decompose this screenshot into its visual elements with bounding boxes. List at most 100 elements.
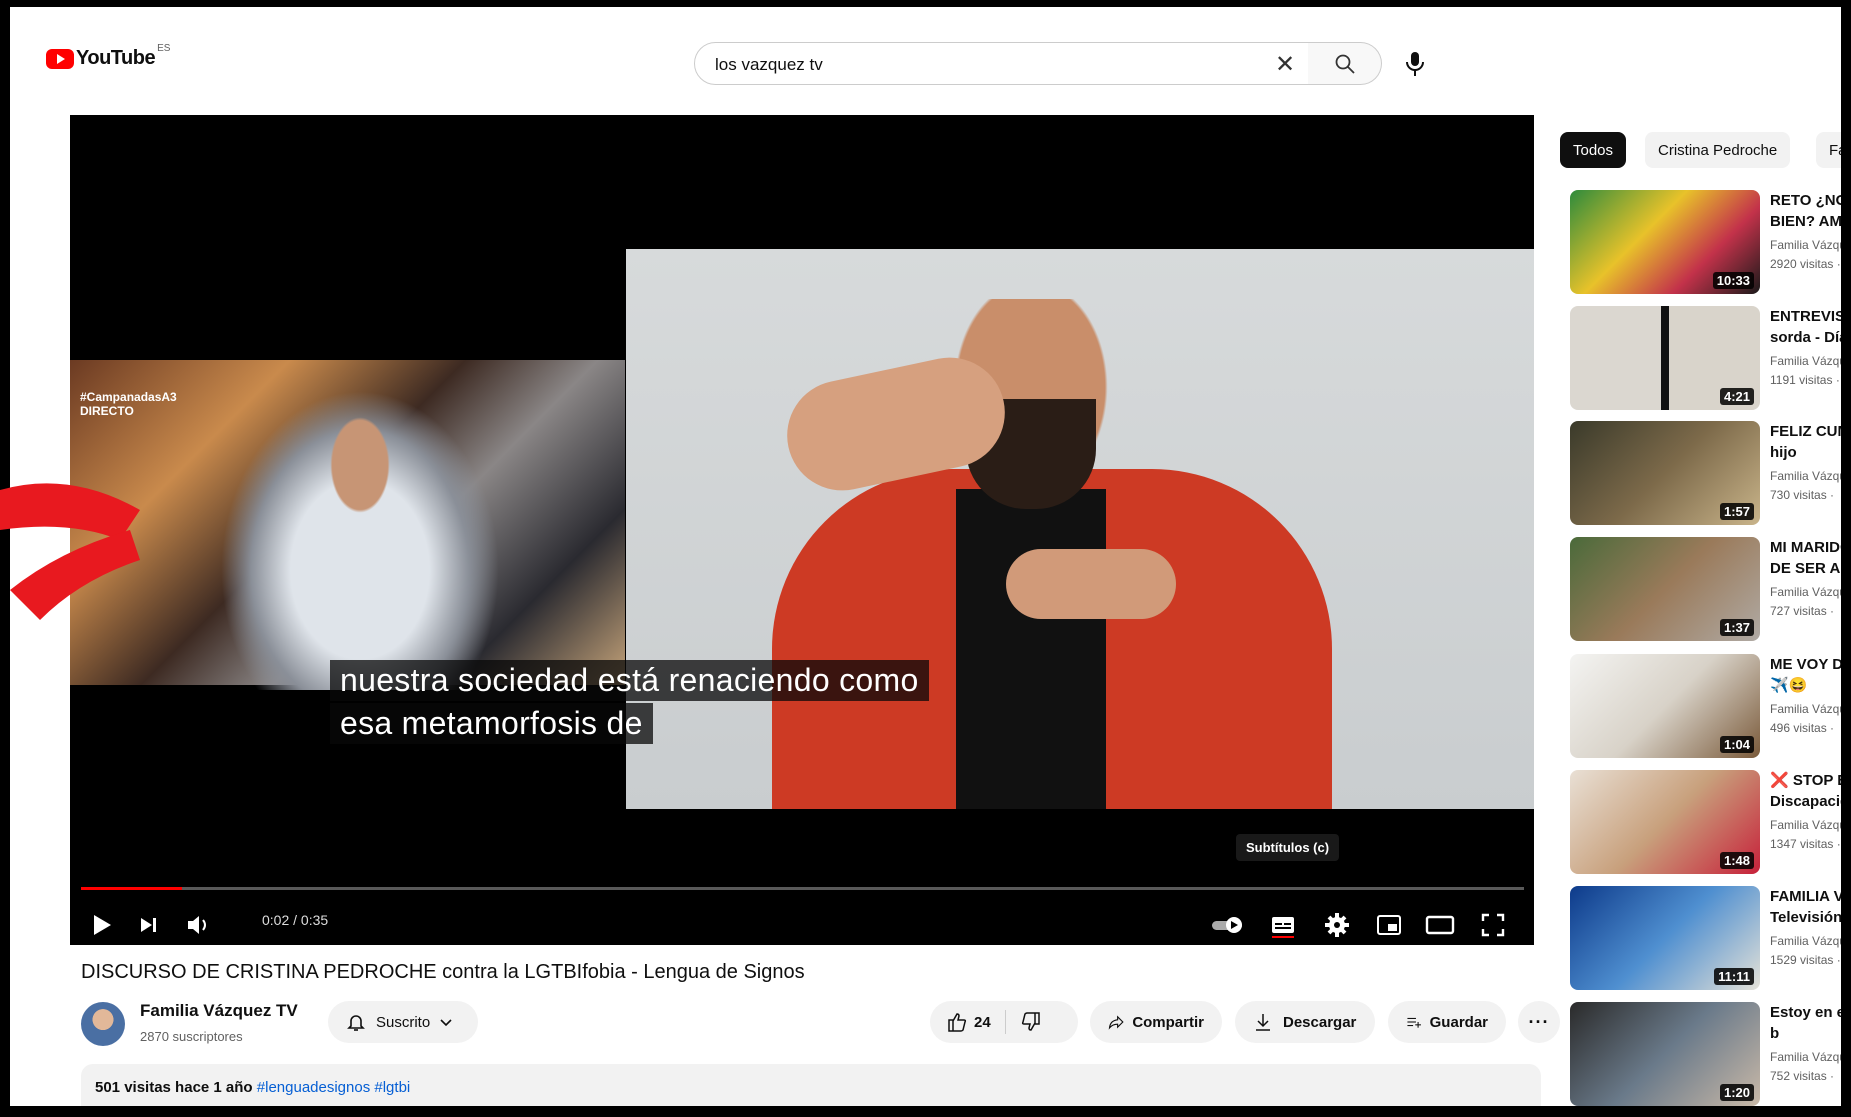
caption-line-2: esa metamorfosis de xyxy=(330,703,653,744)
recommended-video[interactable]: 1:48 ❌ STOP BR Discapacida Familia Vázqu 13… xyxy=(1570,770,1841,874)
like-button[interactable]: 24 xyxy=(930,1010,1006,1034)
volume-icon[interactable] xyxy=(185,912,213,938)
recommended-channel: Familia Vázqu xyxy=(1770,238,1841,252)
video-thumbnail[interactable]: 4:21 xyxy=(1570,306,1760,410)
subtitles-tooltip: Subtítulos (c) xyxy=(1236,834,1340,861)
recommended-title[interactable]: ME VOY DE ✈️😆 xyxy=(1770,654,1841,698)
recommended-views: 496 visitas · xyxy=(1770,721,1835,735)
video-thumbnail[interactable]: 1:57 xyxy=(1570,421,1760,525)
dislike-icon xyxy=(1021,1012,1040,1031)
recommended-views: 2920 visitas · xyxy=(1770,257,1841,271)
recommended-title[interactable]: ENTREVISTA sorda - Día I xyxy=(1770,306,1841,350)
annotation-arrow xyxy=(0,483,140,620)
duration-badge: 1:37 xyxy=(1719,619,1754,636)
recommended-views: 730 visitas · xyxy=(1770,488,1835,502)
view-stats: 501 visitas hace 1 año xyxy=(95,1079,253,1096)
share-button[interactable]: Compartir xyxy=(1090,1001,1222,1043)
chip-todos[interactable]: Todos xyxy=(1560,132,1627,168)
save-label: Guardar xyxy=(1429,1013,1488,1031)
search-value[interactable]: los vazquez tv xyxy=(715,55,823,75)
duration-badge: 1:20 xyxy=(1719,1084,1754,1101)
download-icon xyxy=(1256,1014,1270,1031)
theater-icon[interactable] xyxy=(1425,912,1455,938)
subscribe-button[interactable]: Suscrito xyxy=(328,1001,478,1043)
video-player[interactable]: #CampanadasA3 DIRECTO xyxy=(70,115,1534,945)
recommended-channel: Familia Vázqu xyxy=(1770,934,1841,948)
recommended-title[interactable]: FAMILIA VÁ Televisión d xyxy=(1770,886,1841,930)
recommended-video[interactable]: 4:21 ENTREVISTA sorda - Día I Familia Vázq… xyxy=(1570,306,1841,410)
region-label: ES xyxy=(157,43,171,54)
hashtags[interactable]: #lenguadesignos #lgtbi xyxy=(257,1079,410,1096)
presenter-figure xyxy=(220,390,500,690)
recommended-video[interactable]: 1:57 FELIZ CUMP hijo Familia Vázqu 730 visi… xyxy=(1570,421,1841,525)
search-button[interactable] xyxy=(1308,42,1382,85)
chevron-down-icon xyxy=(440,1019,452,1027)
avatar[interactable] xyxy=(81,1002,125,1046)
recommended-title[interactable]: RETO ¿NOS BIEN? AMIG xyxy=(1770,190,1841,234)
recommended-video[interactable]: 10:33 RETO ¿NOS BIEN? AMIG Familia Vázqu 29… xyxy=(1570,190,1841,294)
recommended-video[interactable]: 1:37 MI MARIDO DE SER ADI Familia Vázqu 727… xyxy=(1570,537,1841,641)
share-label: Compartir xyxy=(1132,1013,1204,1031)
video-thumbnail[interactable]: 1:37 xyxy=(1570,537,1760,641)
duration-badge: 11:11 xyxy=(1714,968,1754,985)
video-frame-left: #CampanadasA3 DIRECTO xyxy=(70,360,625,690)
channel-name[interactable]: Familia Vázquez TV xyxy=(140,1001,298,1021)
recommended-title[interactable]: ❌ STOP BR Discapacida xyxy=(1770,770,1841,814)
save-button[interactable]: Guardar xyxy=(1388,1001,1506,1043)
download-button[interactable]: Descargar xyxy=(1235,1001,1375,1043)
fullscreen-icon[interactable] xyxy=(1480,912,1506,938)
settings-icon[interactable] xyxy=(1324,912,1350,938)
duration-badge: 1:57 xyxy=(1719,503,1754,520)
search-input[interactable]: los vazquez tv ✕ xyxy=(694,42,1309,85)
broadcast-tag: #CampanadasA3 DIRECTO xyxy=(80,390,177,418)
subtitles-icon[interactable] xyxy=(1270,912,1296,938)
recommended-views: 1191 visitas · xyxy=(1770,373,1840,387)
recommended-views: 752 visitas · xyxy=(1770,1069,1835,1083)
duration-badge: 1:48 xyxy=(1719,852,1754,869)
video-thumbnail[interactable]: 1:20 xyxy=(1570,1002,1760,1106)
share-icon xyxy=(1108,1015,1124,1030)
more-button[interactable]: ··· xyxy=(1518,1001,1560,1043)
clear-icon[interactable]: ✕ xyxy=(1275,50,1295,79)
video-thumbnail[interactable]: 11:11 xyxy=(1570,886,1760,990)
play-icon[interactable] xyxy=(90,912,114,938)
miniplayer-icon[interactable] xyxy=(1375,912,1403,938)
autoplay-toggle-icon[interactable] xyxy=(1210,912,1246,938)
recommended-title[interactable]: MI MARIDO DE SER ADI xyxy=(1770,537,1841,581)
dislike-button[interactable] xyxy=(1006,1011,1056,1033)
time-display: 0:02 / 0:35 xyxy=(262,912,329,928)
bell-icon xyxy=(347,1015,365,1031)
chip-familia[interactable]: Far xyxy=(1816,132,1841,168)
more-icon: ··· xyxy=(1528,1011,1550,1032)
duration-badge: 10:33 xyxy=(1712,272,1754,289)
description-stats: 501 visitas hace 1 año #lenguadesignos #… xyxy=(95,1079,410,1096)
progress-bar[interactable] xyxy=(81,887,1524,890)
video-thumbnail[interactable]: 1:04 xyxy=(1570,654,1760,758)
recommended-views: 727 visitas · xyxy=(1770,604,1835,618)
recommended-channel: Familia Vázqu xyxy=(1770,354,1841,368)
recommended-title[interactable]: FELIZ CUMP hijo xyxy=(1770,421,1841,465)
download-label: Descargar xyxy=(1283,1013,1357,1031)
progress-fill xyxy=(81,887,182,890)
recommended-video[interactable]: 1:20 Estoy en el b SIN BARRER Familia Vázq… xyxy=(1570,1002,1841,1106)
duration-badge: 4:21 xyxy=(1719,388,1754,405)
recommended-views: 1347 visitas · xyxy=(1770,837,1841,851)
recommended-video[interactable]: 11:11 FAMILIA VÁ Televisión d Familia Vázq… xyxy=(1570,886,1841,990)
subscriber-count: 2870 suscriptores xyxy=(140,1029,243,1044)
video-thumbnail[interactable]: 10:33 xyxy=(1570,190,1760,294)
interpreter-hand xyxy=(1006,549,1176,619)
mic-icon[interactable] xyxy=(1403,50,1427,78)
search-icon xyxy=(1335,54,1355,74)
next-icon[interactable] xyxy=(138,912,160,938)
youtube-logo[interactable]: YouTube ES xyxy=(46,43,170,70)
recommended-video[interactable]: 1:04 ME VOY DE ✈️😆 Familia Vázqu 496 visita… xyxy=(1570,654,1841,758)
save-icon xyxy=(1407,1017,1421,1028)
chip-cristina-pedroche[interactable]: Cristina Pedroche xyxy=(1645,132,1791,168)
description-box[interactable]: 501 visitas hace 1 año #lenguadesignos #… xyxy=(81,1064,1541,1106)
logo-text: YouTube xyxy=(76,47,156,69)
recommended-channel: Familia Vázqu xyxy=(1770,818,1841,832)
video-thumbnail[interactable]: 1:48 xyxy=(1570,770,1760,874)
recommended-channel: Familia Vázqu xyxy=(1770,469,1841,483)
recommended-title[interactable]: Estoy en el b SIN BARRER xyxy=(1770,1002,1841,1046)
subscribe-label: Suscrito xyxy=(376,1013,431,1031)
